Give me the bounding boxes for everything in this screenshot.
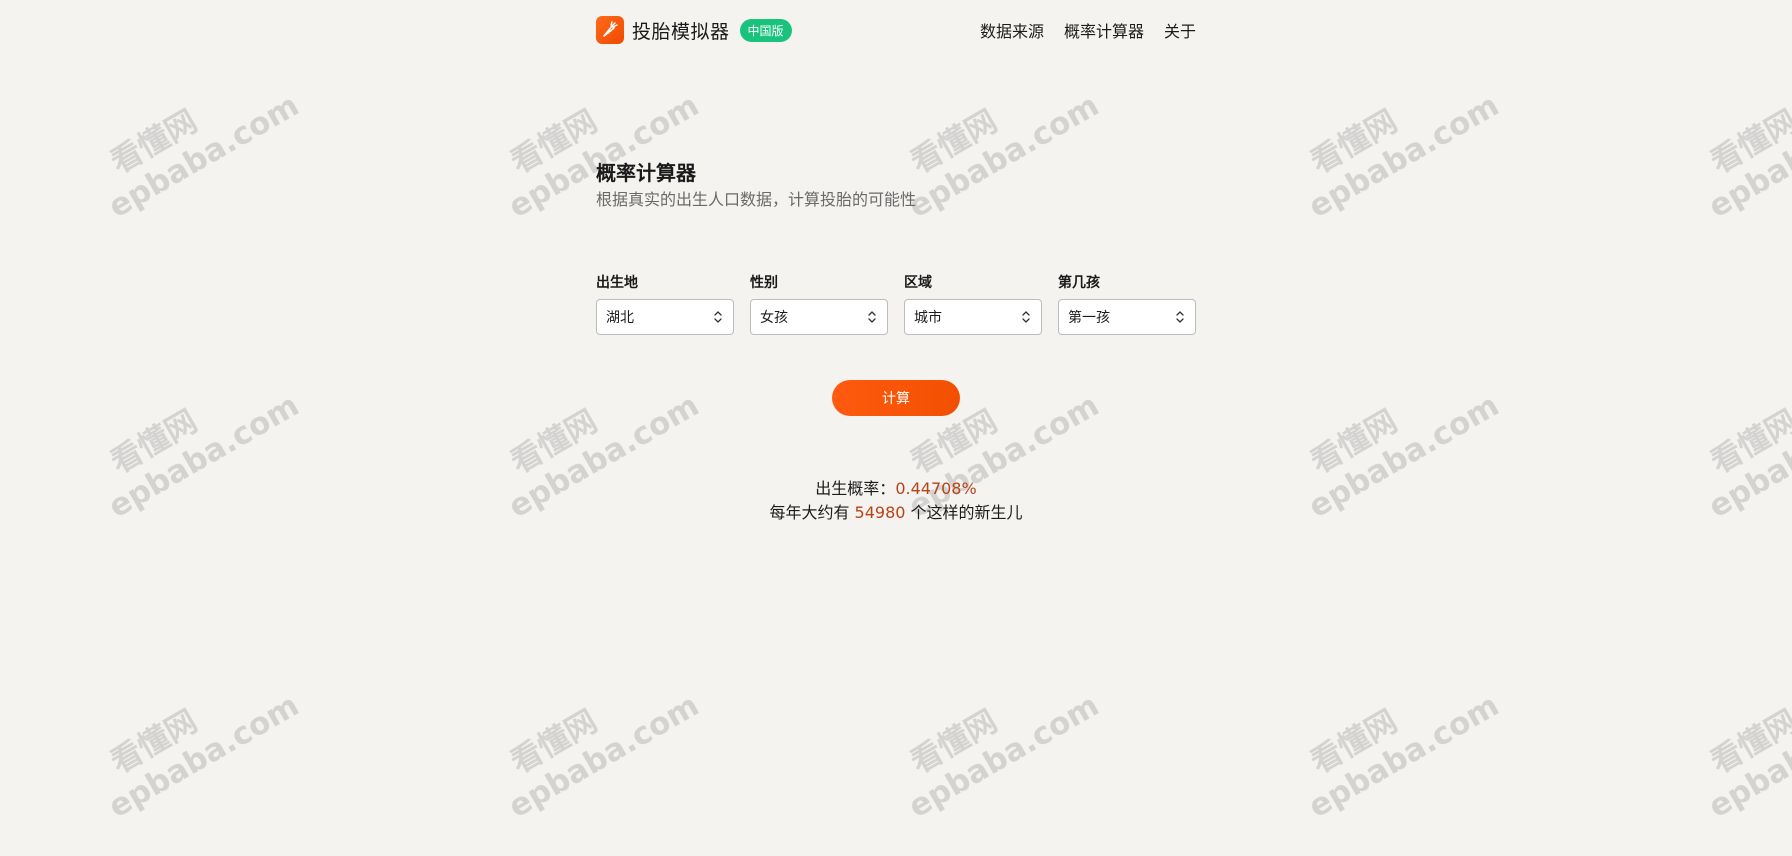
count-suffix: 个这样的新生儿 xyxy=(905,503,1023,522)
watermark: 看懂网 epbaba.com xyxy=(1680,48,1792,225)
watermark-cn: 看懂网 xyxy=(504,703,604,782)
field-region: 区域 城市 xyxy=(904,272,1042,335)
select-value: 湖北 xyxy=(606,310,634,326)
filter-fields: 出生地 湖北 性别 女孩 区域 城市 第几孩 第一孩 xyxy=(596,272,1196,335)
watermark-en: epbaba.com xyxy=(1702,687,1792,826)
watermark-en: epbaba.com xyxy=(902,87,1106,226)
chevron-up-down-icon xyxy=(1022,311,1030,323)
watermark: 看懂网 epbaba.com xyxy=(80,348,306,526)
watermark-en: epbaba.com xyxy=(102,387,306,526)
version-badge: 中国版 xyxy=(739,18,792,42)
select-value: 城市 xyxy=(914,310,942,326)
top-nav: 数据来源 概率计算器 关于 xyxy=(980,18,1196,42)
watermark-en: epbaba.com xyxy=(1702,387,1792,526)
calculate-button[interactable]: 计算 xyxy=(832,380,960,416)
watermark-en: epbaba.com xyxy=(102,87,306,226)
watermark-en: epbaba.com xyxy=(502,687,706,826)
watermark: 看懂网 epbaba.com xyxy=(80,648,306,826)
watermark-cn: 看懂网 xyxy=(1704,103,1792,182)
watermark: 看懂网 epbaba.com xyxy=(1280,648,1506,826)
gender-select[interactable]: 女孩 xyxy=(750,299,888,335)
watermark-en: epbaba.com xyxy=(102,687,306,826)
field-gender: 性别 女孩 xyxy=(750,272,888,335)
probability-result: 出生概率：0.44708% xyxy=(596,475,1196,499)
header: 投胎模拟器 中国版 数据来源 概率计算器 关于 xyxy=(596,14,1196,46)
nav-probability-calculator[interactable]: 概率计算器 xyxy=(1064,18,1144,42)
watermark-cn: 看懂网 xyxy=(1304,403,1404,482)
watermark-cn: 看懂网 xyxy=(1304,703,1404,782)
brand[interactable]: 投胎模拟器 中国版 xyxy=(596,16,792,44)
select-value: 女孩 xyxy=(760,310,788,326)
page-title: 概率计算器 xyxy=(596,161,696,185)
field-label: 第几孩 xyxy=(1058,275,1100,291)
watermark: 看懂网 epbaba.com xyxy=(1280,348,1506,526)
app-title: 投胎模拟器 xyxy=(632,20,730,43)
chevron-up-down-icon xyxy=(714,311,722,323)
watermark-en: epbaba.com xyxy=(1302,687,1506,826)
watermark: 看懂网 epbaba.com xyxy=(880,648,1106,826)
watermark-layer: 看懂网 epbaba.com 看懂网 epbaba.com 看懂网 epbaba.com 看… xyxy=(0,0,1792,856)
yearly-count-result: 每年大约有 54980 个这样的新生儿 xyxy=(596,499,1196,523)
watermark-cn: 看懂网 xyxy=(904,103,1004,182)
watermark: 看懂网 epbaba.com xyxy=(1680,348,1792,525)
carrot-icon xyxy=(596,16,624,44)
watermark: 看懂网 epbaba.com xyxy=(80,48,306,226)
select-value: 第一孩 xyxy=(1068,310,1110,326)
watermark-cn: 看懂网 xyxy=(1704,403,1792,482)
nav-about[interactable]: 关于 xyxy=(1164,18,1196,42)
region-select[interactable]: 城市 xyxy=(904,299,1042,335)
watermark: 看懂网 epbaba.com xyxy=(480,648,706,826)
field-birth-order: 第几孩 第一孩 xyxy=(1058,272,1196,335)
field-label: 出生地 xyxy=(596,275,638,291)
birth-order-select[interactable]: 第一孩 xyxy=(1058,299,1196,335)
watermark-cn: 看懂网 xyxy=(504,403,604,482)
watermark-cn: 看懂网 xyxy=(104,703,204,782)
chevron-up-down-icon xyxy=(868,311,876,323)
birthplace-select[interactable]: 湖北 xyxy=(596,299,734,335)
watermark-cn: 看懂网 xyxy=(104,403,204,482)
probability-label: 出生概率： xyxy=(815,479,896,498)
watermark-cn: 看懂网 xyxy=(104,103,204,182)
watermark-en: epbaba.com xyxy=(1302,87,1506,226)
chevron-up-down-icon xyxy=(1176,311,1184,323)
watermark: 看懂网 epbaba.com xyxy=(1680,648,1792,825)
count-value: 54980 xyxy=(854,503,906,522)
field-label: 区域 xyxy=(904,275,932,291)
watermark-cn: 看懂网 xyxy=(1304,103,1404,182)
count-prefix: 每年大约有 xyxy=(769,503,855,522)
probability-value: 0.44708% xyxy=(895,479,977,498)
field-birthplace: 出生地 湖北 xyxy=(596,272,734,335)
page-subtitle: 根据真实的出生人口数据，计算投胎的可能性 xyxy=(596,190,917,209)
watermark: 看懂网 epbaba.com xyxy=(1280,48,1506,226)
watermark-en: epbaba.com xyxy=(902,687,1106,826)
nav-data-source[interactable]: 数据来源 xyxy=(980,18,1044,42)
watermark-cn: 看懂网 xyxy=(1704,703,1792,782)
watermark-en: epbaba.com xyxy=(1302,387,1506,526)
field-label: 性别 xyxy=(750,275,778,291)
watermark-en: epbaba.com xyxy=(1702,87,1792,226)
watermark-cn: 看懂网 xyxy=(904,703,1004,782)
